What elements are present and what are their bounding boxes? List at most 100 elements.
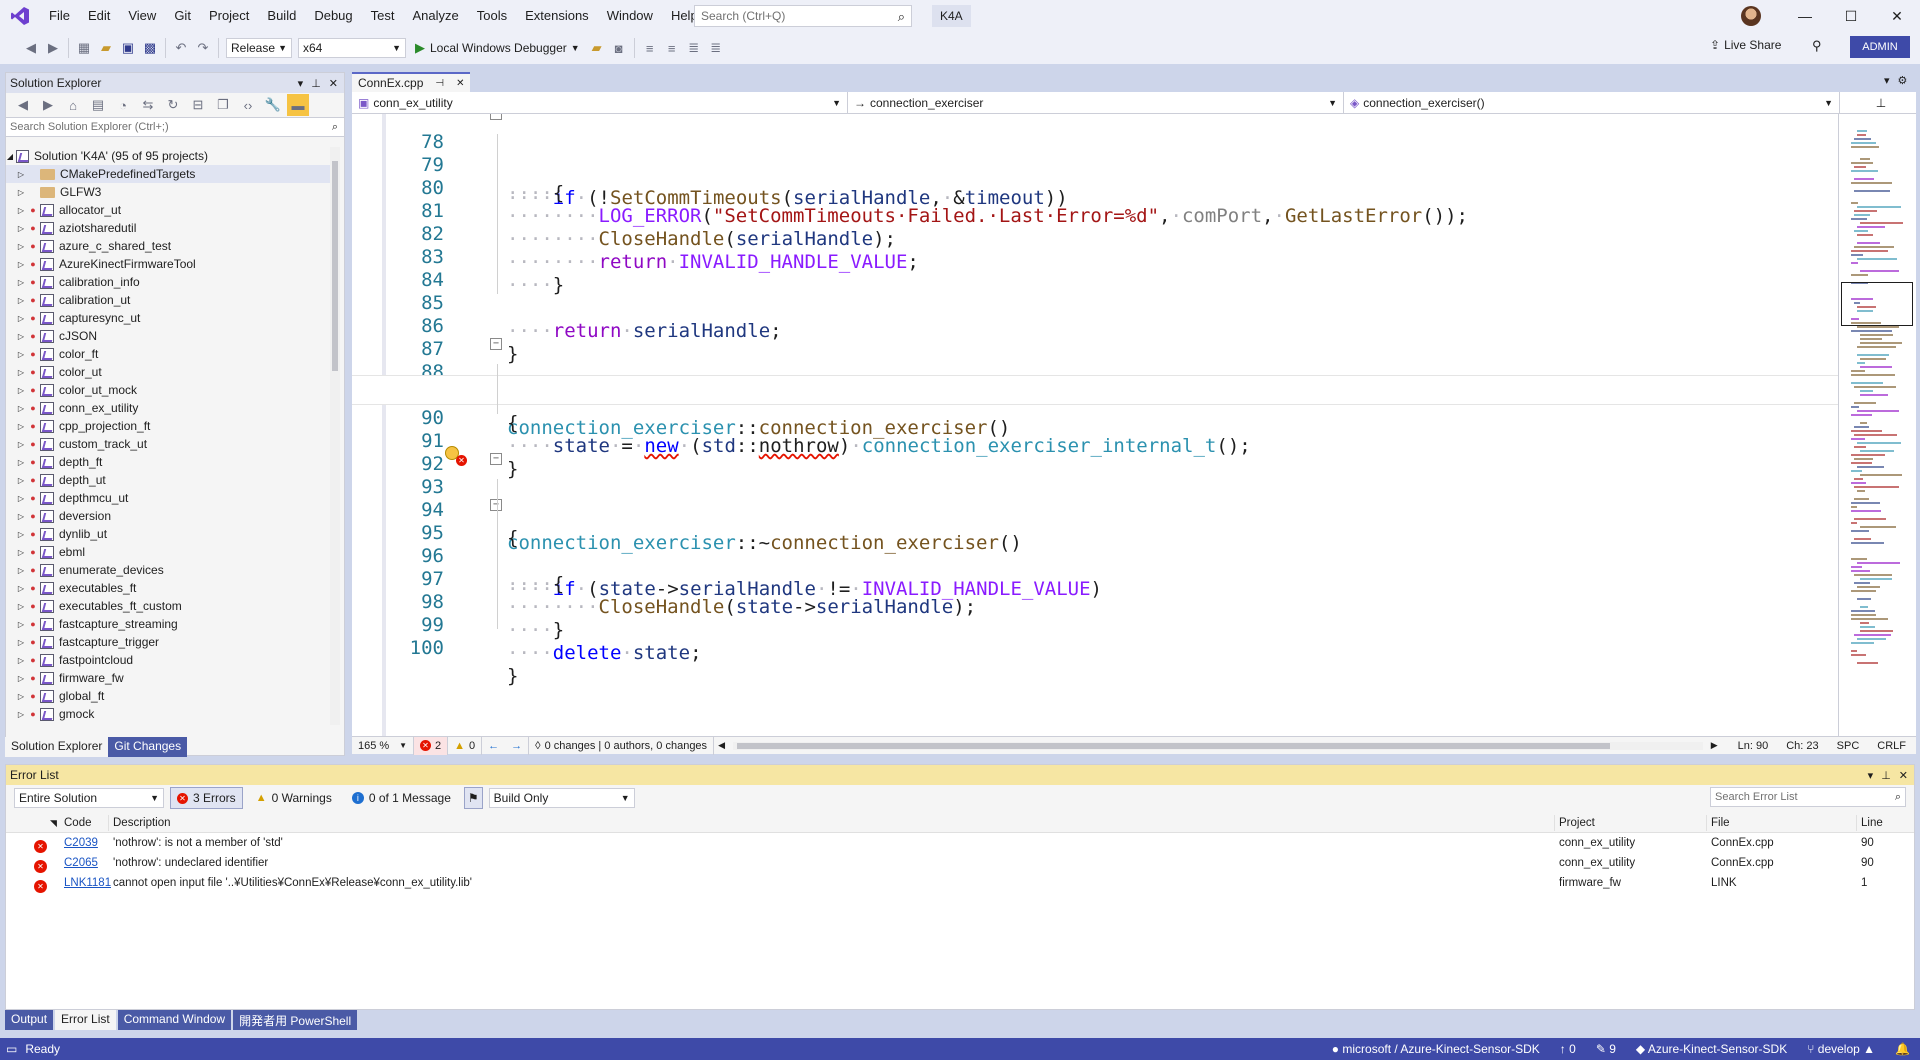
repo-name-indicator[interactable]: ◆ Azure-Kinect-Sensor-SDK: [1636, 1042, 1787, 1056]
tree-project-item[interactable]: ▷ ● conn_ex_utility: [6, 399, 331, 417]
expand-icon[interactable]: ▷: [14, 368, 28, 377]
column-indicator[interactable]: Ch: 23: [1786, 740, 1818, 752]
expand-icon[interactable]: ▷: [14, 242, 28, 251]
comment-icon[interactable]: ≣: [683, 37, 705, 59]
tree-project-item[interactable]: ▷ ● AzureKinectFirmwareTool: [6, 255, 331, 273]
editor-errors-indicator[interactable]: ✕ 2: [414, 736, 449, 755]
save-icon[interactable]: ▣: [117, 37, 139, 59]
expand-icon[interactable]: ▷: [14, 386, 28, 395]
platform-dropdown[interactable]: x64 ▼: [298, 38, 406, 58]
expand-icon[interactable]: ▷: [14, 422, 28, 431]
tab-git-changes[interactable]: Git Changes: [108, 737, 188, 757]
expand-icon[interactable]: ▷: [14, 602, 28, 611]
filter-toggle-icon[interactable]: ⚑: [463, 787, 483, 809]
minimize-icon[interactable]: —: [1782, 0, 1828, 32]
scroll-left-icon[interactable]: ◀: [718, 740, 725, 751]
refresh-icon[interactable]: ↻: [162, 94, 184, 116]
error-code-link[interactable]: C2065: [64, 853, 98, 873]
collapse-icon[interactable]: ◢: [6, 152, 14, 161]
previous-issue-icon[interactable]: ←: [488, 740, 499, 752]
scrollbar-thumb[interactable]: [736, 742, 1610, 749]
tree-project-item[interactable]: ▷●gtest: [6, 723, 331, 725]
solution-explorer-scrollbar[interactable]: [330, 147, 340, 725]
column-header-file[interactable]: File: [1711, 813, 1730, 833]
tree-project-item[interactable]: ▷ ● custom_track_ut: [6, 435, 331, 453]
collapse-all-icon[interactable]: ⊟: [187, 94, 209, 116]
tree-project-item[interactable]: ▷ ● azure_c_shared_test: [6, 237, 331, 255]
menu-file[interactable]: File: [40, 0, 79, 32]
minimap-viewport[interactable]: [1841, 282, 1913, 326]
collapse-icon[interactable]: −: [490, 453, 502, 465]
global-search-input[interactable]: Search (Ctrl+Q) ⌕: [694, 5, 912, 27]
expand-icon[interactable]: ▷: [14, 206, 28, 215]
expand-icon[interactable]: ▷: [14, 548, 28, 557]
close-icon[interactable]: ✕: [456, 78, 464, 89]
tree-project-item[interactable]: ▷ ● fastcapture_trigger: [6, 633, 331, 651]
solution-explorer-search-input[interactable]: Search Solution Explorer (Ctrl+;) ⌕: [6, 117, 344, 137]
forward-icon[interactable]: ▶: [37, 94, 59, 116]
code-view-icon[interactable]: ‹›: [237, 94, 259, 116]
expand-icon[interactable]: ▷: [14, 530, 28, 539]
tab-command-window[interactable]: Command Window: [117, 1010, 232, 1030]
tab-error-list[interactable]: Error List: [55, 1010, 116, 1030]
chevron-down-icon[interactable]: ▾: [1868, 769, 1874, 782]
home-icon[interactable]: ⌂: [62, 94, 84, 116]
expand-icon[interactable]: ▷: [14, 224, 28, 233]
close-icon[interactable]: ✕: [329, 77, 338, 90]
split-editor-icon[interactable]: ⊥: [1840, 92, 1916, 114]
sort-icon[interactable]: ◥: [50, 813, 57, 833]
pin-icon[interactable]: ⊣: [435, 78, 444, 89]
uncomment-icon[interactable]: ≣: [705, 37, 727, 59]
tree-project-item[interactable]: ▷ ● fastpointcloud: [6, 651, 331, 669]
expand-icon[interactable]: ▷: [14, 314, 28, 323]
feedback-icon[interactable]: ⚲: [1812, 38, 1822, 54]
whitespace-indicator[interactable]: SPC: [1837, 740, 1860, 752]
close-icon[interactable]: ✕: [1874, 0, 1920, 32]
scope-dropdown[interactable]: Entire Solution ▼: [14, 788, 164, 808]
pin-icon[interactable]: ⊥: [311, 77, 321, 90]
tree-project-item[interactable]: ▷ ● color_ut: [6, 363, 331, 381]
tab-output[interactable]: Output: [5, 1010, 54, 1030]
tree-project-item[interactable]: ▷ ● cpp_projection_ft: [6, 417, 331, 435]
tree-project-item[interactable]: ▷ ● color_ft: [6, 345, 331, 363]
expand-icon[interactable]: ▷: [14, 458, 28, 467]
tree-project-item[interactable]: ▷ ● calibration_ut: [6, 291, 331, 309]
visual-studio-logo-icon[interactable]: [0, 0, 40, 32]
expand-icon[interactable]: ▷: [14, 566, 28, 575]
expand-icon[interactable]: ▷: [14, 170, 28, 179]
output-window-icon[interactable]: ▭: [6, 1042, 17, 1056]
menu-window[interactable]: Window: [598, 0, 662, 32]
menu-analyze[interactable]: Analyze: [403, 0, 467, 32]
tab-solution-explorer[interactable]: Solution Explorer: [5, 737, 109, 757]
editor-warnings-indicator[interactable]: ▲ 0: [448, 736, 483, 755]
expand-icon[interactable]: ▷: [14, 188, 28, 197]
chevron-down-icon[interactable]: ▾: [1884, 74, 1890, 87]
tree-project-item[interactable]: ▷ ● color_ut_mock: [6, 381, 331, 399]
menu-project[interactable]: Project: [200, 0, 258, 32]
open-file-icon[interactable]: ▰: [95, 37, 117, 59]
scrollbar-thumb[interactable]: [332, 161, 338, 371]
show-all-files-icon[interactable]: ❐: [212, 94, 234, 116]
menu-git[interactable]: Git: [165, 0, 200, 32]
expand-icon[interactable]: ▷: [14, 440, 28, 449]
screenshot-icon[interactable]: ◙: [608, 37, 630, 59]
menu-extensions[interactable]: Extensions: [516, 0, 598, 32]
expand-icon[interactable]: ▷: [14, 476, 28, 485]
expand-icon[interactable]: ▷: [14, 350, 28, 359]
menu-edit[interactable]: Edit: [79, 0, 119, 32]
tree-project-item[interactable]: ▷ ● depthmcu_ut: [6, 489, 331, 507]
admin-badge[interactable]: ADMIN: [1850, 36, 1910, 58]
expand-icon[interactable]: ▷: [14, 620, 28, 629]
member-dropdown[interactable]: ◈ connection_exerciser() ▼: [1344, 92, 1840, 114]
expand-icon[interactable]: ▷: [14, 296, 28, 305]
messages-filter-button[interactable]: i 0 of 1 Message: [345, 787, 458, 809]
scroll-right-icon[interactable]: ▶: [1711, 740, 1718, 751]
horizontal-scrollbar[interactable]: [732, 741, 1703, 750]
tree-project-item[interactable]: ▷ ● fastcapture_streaming: [6, 615, 331, 633]
expand-icon[interactable]: ▷: [14, 692, 28, 701]
tree-project-item[interactable]: ▷ ● executables_ft: [6, 579, 331, 597]
menu-build[interactable]: Build: [258, 0, 305, 32]
column-header-line[interactable]: Line: [1861, 813, 1883, 833]
switch-views-icon[interactable]: ▤: [87, 94, 109, 116]
indent-icon[interactable]: ≡: [639, 37, 661, 59]
